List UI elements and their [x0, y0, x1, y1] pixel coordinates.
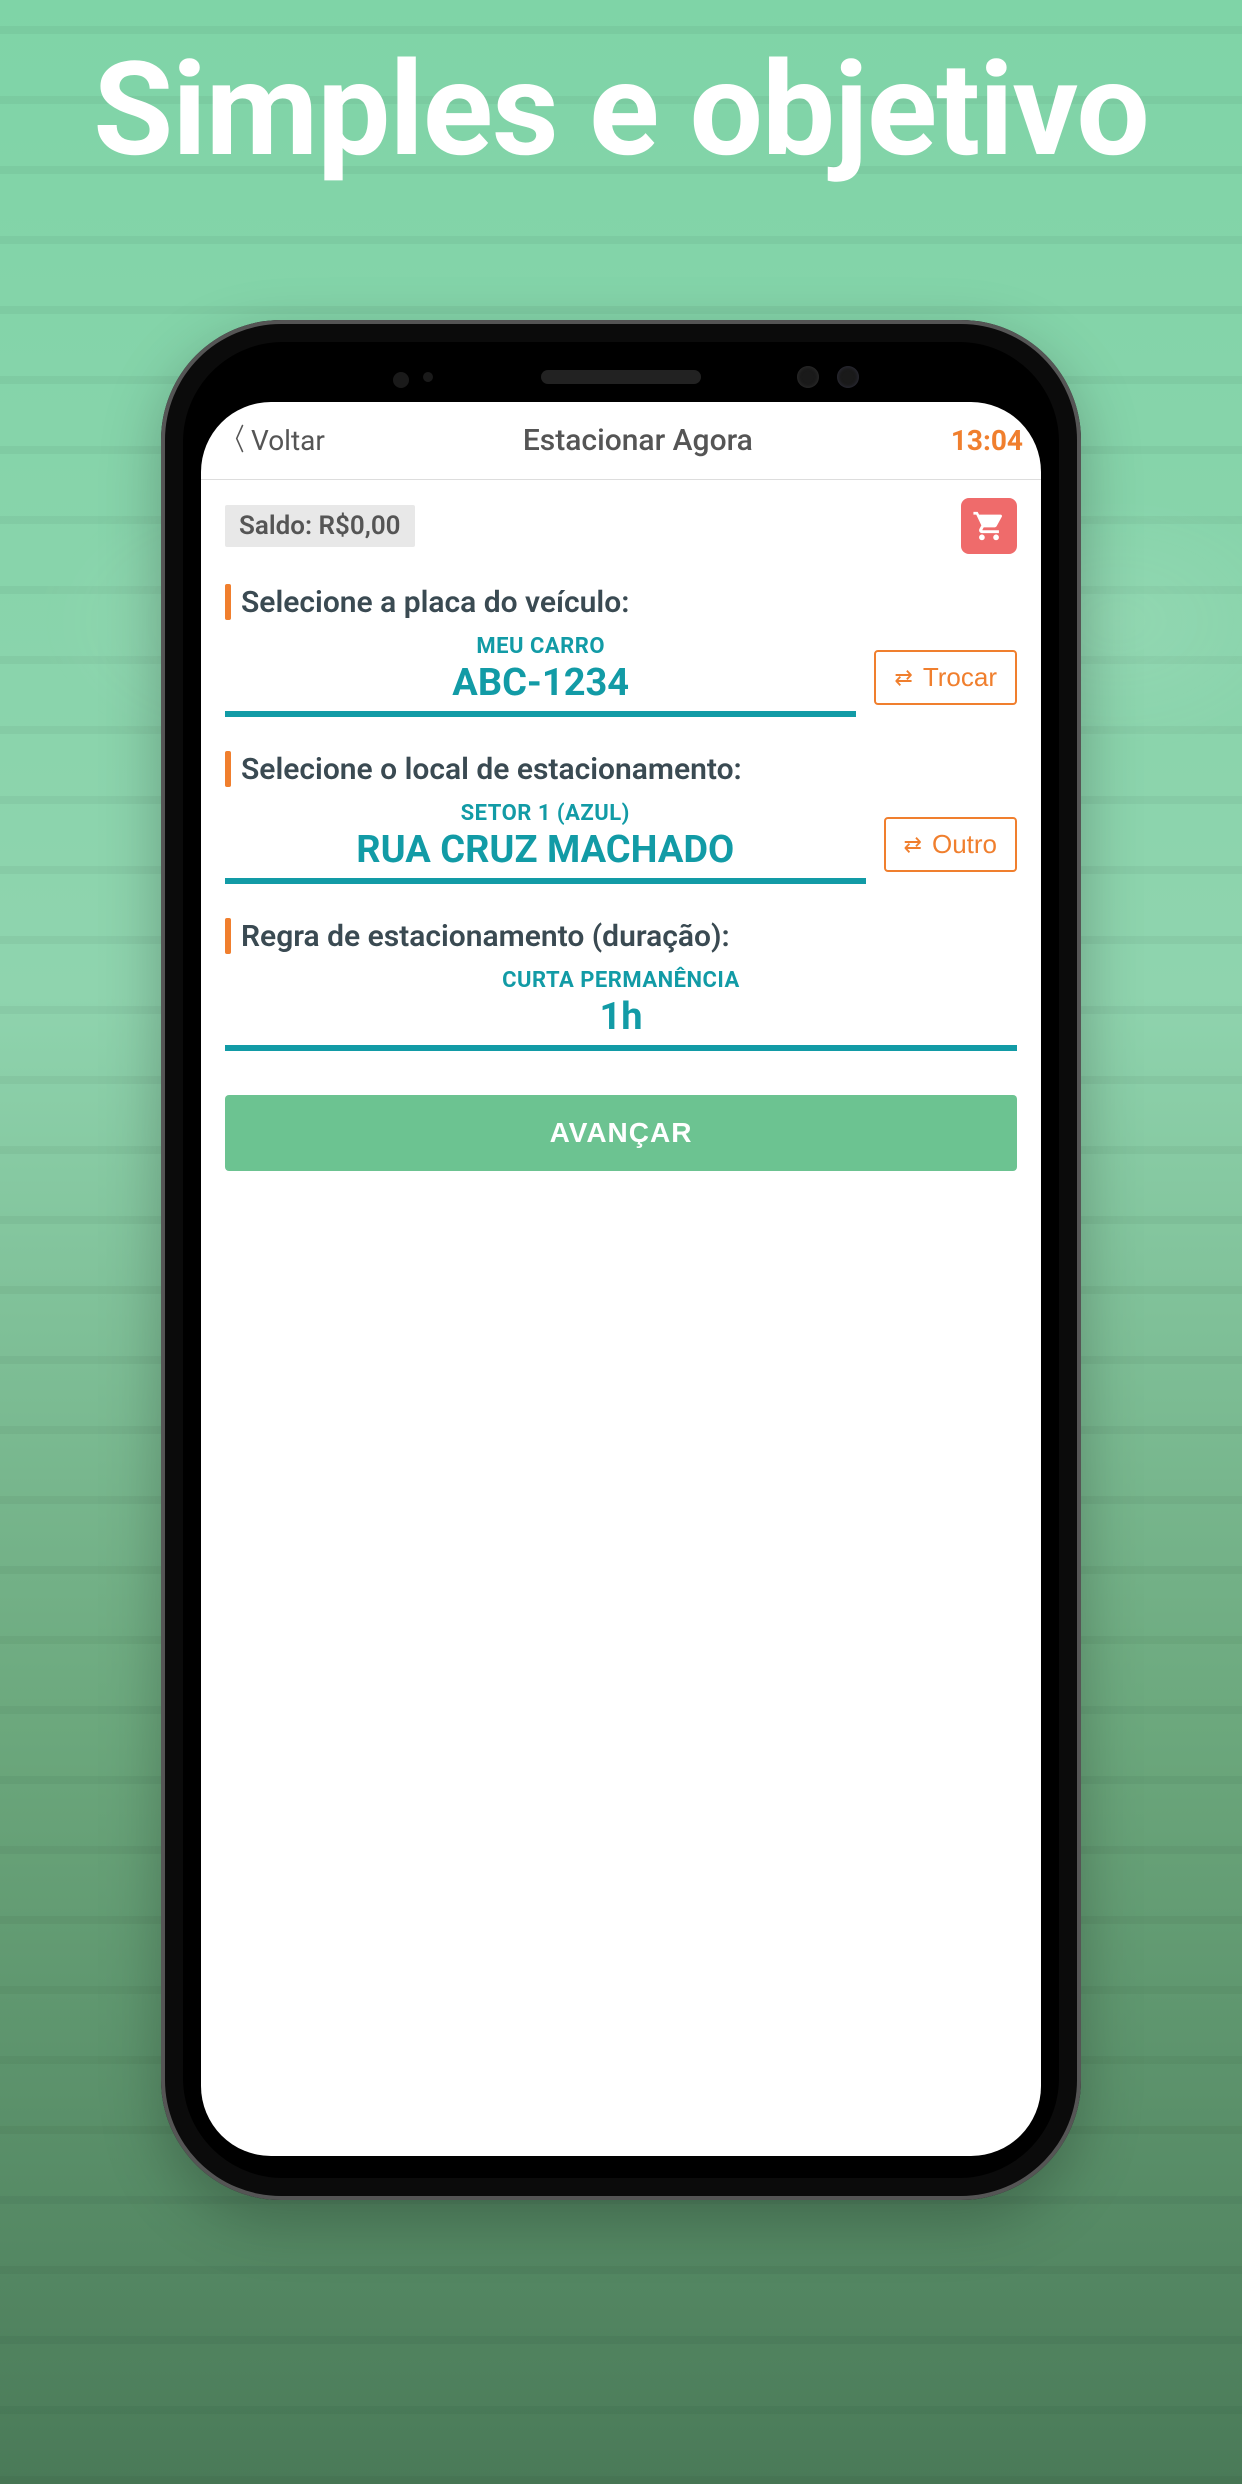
phone-sensor-icon — [423, 372, 433, 382]
phone-speaker — [541, 370, 701, 384]
app-body: Saldo: R$0,00 Selecione a placa do veícu… — [201, 480, 1041, 2156]
accent-bar — [225, 918, 231, 954]
phone-sensor-icon — [393, 372, 409, 388]
promo-headline: Simples e objetivo — [0, 0, 1242, 180]
rule-duration: 1h — [225, 995, 1017, 1039]
phone-camera-icon — [837, 366, 859, 388]
back-button[interactable]: 〈 Voltar — [219, 424, 325, 457]
cart-button[interactable] — [961, 498, 1017, 554]
rule-type: CURTA PERMANÊNCIA — [225, 968, 1017, 993]
swap-icon: ⇄ — [894, 667, 912, 689]
swap-vehicle-button[interactable]: ⇄ Trocar — [874, 650, 1017, 705]
back-label: Voltar — [251, 424, 325, 457]
rule-section-text: Regra de estacionamento (duração): — [241, 919, 730, 954]
swap-location-button[interactable]: ⇄ Outro — [884, 817, 1017, 872]
swap-location-label: Outro — [932, 829, 997, 860]
rule-section-label: Regra de estacionamento (duração): — [225, 918, 1017, 954]
accent-bar — [225, 751, 231, 787]
header-time: 13:04 — [951, 424, 1023, 457]
advance-button[interactable]: AVANÇAR — [225, 1095, 1017, 1171]
vehicle-section: Selecione a placa do veículo: MEU CARRO … — [225, 584, 1017, 717]
phone-inner: 〈 Voltar Estacionar Agora 13:04 Saldo: R… — [183, 342, 1059, 2178]
location-section: Selecione o local de estacionamento: SET… — [225, 751, 1017, 884]
location-section-label: Selecione o local de estacionamento: — [225, 751, 1017, 787]
location-section-text: Selecione o local de estacionamento: — [241, 752, 742, 787]
app-header: 〈 Voltar Estacionar Agora 13:04 — [201, 402, 1041, 480]
swap-icon: ⇄ — [904, 834, 922, 856]
location-sector: SETOR 1 (AZUL) — [225, 801, 866, 826]
app-screen: 〈 Voltar Estacionar Agora 13:04 Saldo: R… — [201, 402, 1041, 2156]
chevron-left-icon: 〈 — [224, 426, 245, 456]
balance-row: Saldo: R$0,00 — [225, 498, 1017, 554]
phone-camera-icon — [797, 366, 819, 388]
location-street: RUA CRUZ MACHADO — [225, 828, 866, 872]
vehicle-plate: ABC-1234 — [225, 661, 856, 705]
rule-field[interactable]: CURTA PERMANÊNCIA 1h — [225, 968, 1017, 1051]
accent-bar — [225, 584, 231, 620]
cart-icon — [972, 509, 1006, 543]
location-field[interactable]: SETOR 1 (AZUL) RUA CRUZ MACHADO — [225, 801, 866, 884]
vehicle-section-label: Selecione a placa do veículo: — [225, 584, 1017, 620]
balance-badge: Saldo: R$0,00 — [225, 505, 415, 547]
vehicle-section-text: Selecione a placa do veículo: — [241, 585, 629, 620]
swap-vehicle-label: Trocar — [923, 662, 997, 693]
page-title: Estacionar Agora — [523, 423, 753, 458]
vehicle-field[interactable]: MEU CARRO ABC-1234 — [225, 634, 856, 717]
vehicle-nickname: MEU CARRO — [225, 634, 856, 659]
rule-section: Regra de estacionamento (duração): CURTA… — [225, 918, 1017, 1051]
phone-frame: 〈 Voltar Estacionar Agora 13:04 Saldo: R… — [161, 320, 1081, 2200]
